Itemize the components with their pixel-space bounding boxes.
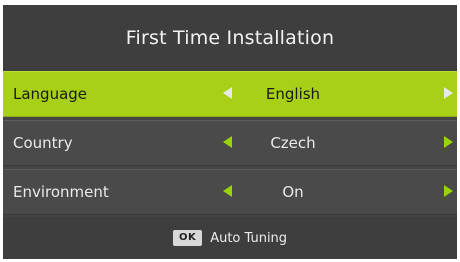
auto-tuning-label: Auto Tuning: [210, 230, 288, 246]
triangle-left-icon[interactable]: [223, 87, 232, 99]
dialog-title: First Time Installation: [3, 5, 457, 71]
installation-dialog: First Time Installation Language English…: [3, 5, 457, 259]
row-label: Environment: [13, 183, 109, 201]
triangle-right-icon[interactable]: [444, 185, 453, 197]
row-value: Czech: [270, 134, 316, 152]
menu-row-environment[interactable]: Environment On: [3, 169, 457, 215]
dialog-footer: OK Auto Tuning: [3, 217, 457, 259]
row-label: Country: [13, 134, 73, 152]
triangle-left-icon[interactable]: [223, 136, 232, 148]
tv-screen: First Time Installation Language English…: [0, 0, 460, 262]
triangle-left-icon[interactable]: [223, 185, 232, 197]
triangle-right-icon[interactable]: [444, 87, 453, 99]
menu-row-country[interactable]: Country Czech: [3, 120, 457, 166]
row-value: On: [282, 183, 304, 201]
triangle-right-icon[interactable]: [444, 136, 453, 148]
row-label: Language: [13, 85, 88, 103]
row-value: English: [265, 85, 321, 103]
ok-key-icon[interactable]: OK: [172, 230, 203, 246]
menu-row-language[interactable]: Language English: [3, 71, 457, 117]
